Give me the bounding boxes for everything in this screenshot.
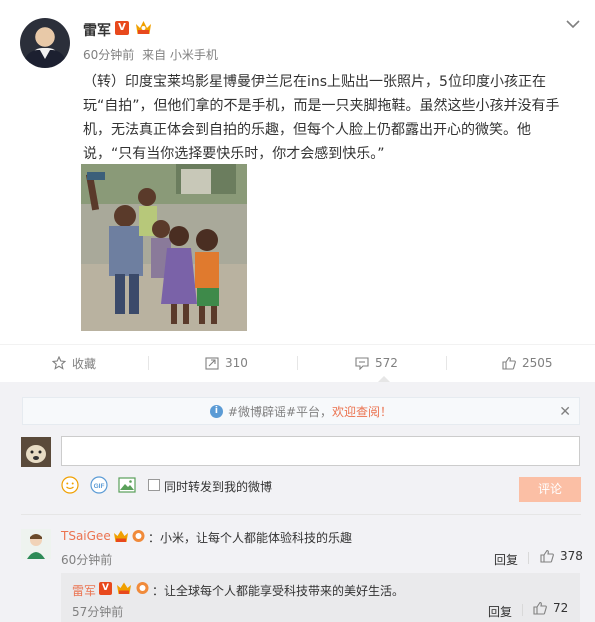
action-divider	[148, 356, 149, 370]
vip-crown-icon[interactable]	[113, 529, 129, 543]
comment-icon	[355, 357, 369, 370]
author-name[interactable]: 雷军	[83, 20, 111, 40]
repost-option-label[interactable]: 同时转发到我的微博	[164, 478, 272, 495]
medal-icon[interactable]	[131, 529, 146, 543]
comment-caret	[378, 376, 390, 382]
post-photo[interactable]	[81, 164, 247, 331]
comment-action-divider	[528, 552, 529, 564]
reply-button[interactable]: 回复	[488, 603, 512, 620]
thumbs-up-icon	[502, 356, 516, 370]
post-meta: 60分钟前 来自 小米手机	[83, 46, 218, 63]
kids-selfie-image	[81, 164, 247, 331]
notice-link[interactable]: 欢迎查阅！	[332, 403, 392, 420]
comment-button[interactable]: 572	[355, 345, 398, 381]
emoji-icon[interactable]	[61, 476, 79, 494]
image-icon[interactable]	[118, 476, 136, 494]
comment-like-count: 378	[560, 549, 583, 563]
comment-like-button[interactable]: 378	[540, 549, 583, 563]
post-source[interactable]: 来自 小米手机	[142, 48, 218, 62]
repost-count: 310	[225, 356, 248, 370]
comment-divider	[21, 514, 581, 515]
repost-checkbox[interactable]	[148, 479, 160, 491]
reply-time: 57分钟前	[72, 605, 124, 619]
dog-avatar-image	[21, 437, 51, 467]
post-actions-bar: 收藏 310 572 2505	[0, 344, 595, 380]
like-button[interactable]: 2505	[502, 345, 553, 381]
comment-input[interactable]	[61, 436, 580, 466]
vip-crown-icon[interactable]	[116, 581, 132, 595]
reply-button[interactable]: 回复	[494, 551, 518, 568]
gif-icon[interactable]: GIF	[90, 476, 108, 494]
reply-author-name[interactable]: 雷军	[72, 582, 96, 599]
action-divider	[297, 356, 298, 370]
commenter-avatar[interactable]	[21, 529, 51, 559]
thumbs-up-icon	[540, 549, 554, 563]
close-icon[interactable]: ✕	[559, 404, 571, 420]
repost-button[interactable]: 310	[205, 345, 248, 381]
thumbs-up-icon	[533, 601, 547, 615]
action-divider	[446, 356, 447, 370]
weibo-post-card: 雷军 V 60分钟前 来自 小米手机 （转）印度宝莱坞影星博曼伊兰尼在ins上贴…	[0, 0, 595, 622]
rumor-notice: i #微博辟谣#平台， 欢迎查阅！ ✕	[22, 397, 580, 425]
star-icon	[52, 356, 66, 370]
comment-count: 572	[375, 356, 398, 370]
medal-icon[interactable]	[135, 581, 150, 595]
info-icon: i	[209, 404, 223, 418]
post-text: （转）印度宝莱坞影星博曼伊兰尼在ins上贴出一张照片，5位印度小孩正在玩“自拍”…	[83, 74, 560, 162]
commenter-name[interactable]: TSaiGee	[61, 529, 111, 543]
submit-comment-button[interactable]: 评论	[519, 477, 581, 502]
reply-action-divider	[522, 604, 523, 616]
svg-text:GIF: GIF	[94, 483, 105, 490]
my-avatar[interactable]	[21, 437, 51, 467]
verified-icon[interactable]: V	[99, 582, 112, 595]
chevron-down-icon[interactable]	[565, 18, 581, 30]
author-avatar[interactable]	[20, 18, 70, 68]
comment-time: 60分钟前	[61, 553, 113, 567]
reply-like-button[interactable]: 72	[533, 601, 568, 615]
reply-like-count: 72	[553, 601, 569, 615]
favorite-label: 收藏	[72, 356, 97, 371]
notice-text: #微博辟谣#平台，	[227, 404, 333, 419]
repost-icon	[205, 357, 219, 370]
verified-icon[interactable]: V	[115, 21, 129, 35]
vip-crown-icon[interactable]	[134, 19, 153, 36]
commenter-avatar-image	[21, 529, 51, 559]
reply-text: ：让全球每个人都能享受科技带来的美好生活。	[152, 584, 405, 598]
favorite-button[interactable]: 收藏	[52, 345, 96, 381]
like-count: 2505	[522, 356, 553, 370]
post-time[interactable]: 60分钟前	[83, 48, 134, 62]
comment-text: ：小米，让每个人都能体验科技的乐趣	[148, 531, 353, 545]
